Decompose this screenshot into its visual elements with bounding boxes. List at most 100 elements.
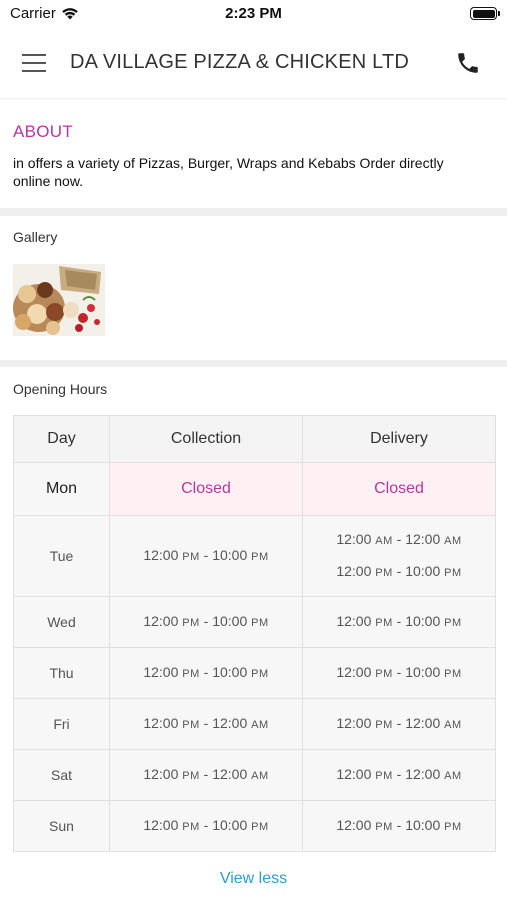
ampm-label: PM — [251, 821, 269, 833]
ampm-label: PM — [375, 770, 393, 782]
time-range: 12:00 PM - 12:00 AM — [110, 759, 302, 791]
time-value: 12:00 — [336, 766, 372, 782]
battery-icon — [470, 7, 500, 20]
collection-hours-cell: Closed — [109, 462, 303, 516]
opening-hours-label: Opening Hours — [13, 381, 108, 397]
collection-hours-cell: 12:00 PM - 12:00 AM — [109, 698, 303, 750]
time-value: 10:00 — [212, 664, 248, 680]
delivery-hours-cell: 12:00 PM - 10:00 PM — [302, 647, 496, 699]
ampm-label: PM — [251, 617, 269, 629]
collection-hours-cell: 12:00 PM - 10:00 PM — [109, 515, 303, 597]
time-range: 12:00 PM - 12:00 AM — [303, 708, 495, 740]
time-value: 12:00 — [143, 613, 179, 629]
section-divider — [0, 208, 507, 216]
time-range: 12:00 PM - 12:00 AM — [303, 759, 495, 791]
ampm-label: PM — [182, 821, 200, 833]
range-separator: - — [392, 715, 406, 731]
time-value: 12:00 — [143, 766, 179, 782]
opening-hours-table: Day Collection Delivery Mon Closed Closed T… — [13, 415, 496, 852]
ampm-label: AM — [251, 719, 269, 731]
table-header-row: Day Collection Delivery — [13, 415, 496, 463]
time-value: 10:00 — [405, 817, 441, 833]
time-value: 10:00 — [405, 664, 441, 680]
page-title: DA VILLAGE PIZZA & CHICKEN LTD — [70, 51, 410, 73]
time-range: 12:00 AM - 12:00 AM — [303, 524, 495, 556]
time-value: 10:00 — [405, 563, 441, 579]
range-separator: - — [199, 547, 213, 563]
ampm-label: PM — [444, 567, 462, 579]
about-description: in offers a variety of Pizzas, Burger, W… — [13, 155, 444, 189]
time-value: 12:00 — [405, 531, 441, 547]
ampm-label: AM — [375, 535, 393, 547]
range-separator: - — [199, 715, 213, 731]
range-separator: - — [199, 664, 213, 680]
ampm-label: PM — [375, 567, 393, 579]
collection-hours-cell: 12:00 PM - 10:00 PM — [109, 800, 303, 852]
ampm-label: PM — [444, 617, 462, 629]
table-row: Sat 12:00 PM - 12:00 AM 12:00 PM - 12:00 A… — [13, 749, 496, 801]
range-separator: - — [392, 664, 406, 680]
column-header-day: Day — [13, 415, 110, 463]
column-header-delivery: Delivery — [302, 415, 496, 463]
ampm-label: AM — [444, 719, 462, 731]
time-value: 12:00 — [336, 613, 372, 629]
time-value: 12:00 — [336, 563, 372, 579]
status-bar: Carrier 2:23 PM — [0, 0, 507, 30]
table-row: Sun 12:00 PM - 10:00 PM 12:00 PM - 10:00 P… — [13, 800, 496, 852]
time-range: 12:00 PM - 10:00 PM — [303, 606, 495, 638]
time-value: 12:00 — [336, 531, 372, 547]
delivery-hours-cell: 12:00 PM - 12:00 AM — [302, 749, 496, 801]
ampm-label: PM — [444, 821, 462, 833]
ampm-label: PM — [375, 668, 393, 680]
day-cell: Sun — [13, 800, 110, 852]
day-cell: Mon — [13, 462, 110, 516]
gallery-label: Gallery — [13, 229, 58, 245]
range-separator: - — [392, 817, 406, 833]
ampm-label: PM — [182, 617, 200, 629]
collection-hours-cell: 12:00 PM - 10:00 PM — [109, 647, 303, 699]
time-value: 12:00 — [143, 817, 179, 833]
ampm-label: PM — [182, 770, 200, 782]
time-value: 12:00 — [143, 547, 179, 563]
time-value: 12:00 — [336, 817, 372, 833]
time-value: 12:00 — [143, 664, 179, 680]
time-value: 12:00 — [212, 766, 248, 782]
time-range: 12:00 PM - 10:00 PM — [303, 556, 495, 588]
delivery-hours-cell: Closed — [302, 462, 496, 516]
ampm-label: AM — [444, 770, 462, 782]
time-range: 12:00 PM - 10:00 PM — [303, 810, 495, 842]
range-separator: - — [392, 531, 406, 547]
ampm-label: PM — [375, 617, 393, 629]
table-row: Tue 12:00 PM - 10:00 PM 12:00 AM - 12:00 A… — [13, 515, 496, 597]
range-separator: - — [392, 766, 406, 782]
time-value: 10:00 — [212, 547, 248, 563]
day-cell: Tue — [13, 515, 110, 597]
time-range: 12:00 PM - 10:00 PM — [110, 810, 302, 842]
ampm-label: AM — [251, 770, 269, 782]
ampm-label: PM — [182, 668, 200, 680]
day-cell: Fri — [13, 698, 110, 750]
hamburger-menu-icon[interactable] — [22, 52, 48, 74]
collection-hours-cell: 12:00 PM - 12:00 AM — [109, 749, 303, 801]
time-value: 10:00 — [212, 613, 248, 629]
table-row: Thu 12:00 PM - 10:00 PM 12:00 PM - 10:00 P… — [13, 647, 496, 699]
delivery-hours-cell: 12:00 PM - 12:00 AM — [302, 698, 496, 750]
ampm-label: AM — [444, 535, 462, 547]
app-header: DA VILLAGE PIZZA & CHICKEN LTD — [0, 30, 507, 98]
table-row: Wed 12:00 PM - 10:00 PM 12:00 PM - 10:00 P… — [13, 596, 496, 648]
time-range: 12:00 PM - 10:00 PM — [110, 606, 302, 638]
time-value: 12:00 — [212, 715, 248, 731]
time-value: 12:00 — [405, 766, 441, 782]
table-row: Mon Closed Closed — [13, 462, 496, 516]
gallery-image[interactable] — [13, 264, 105, 336]
view-less-link[interactable]: View less — [0, 870, 507, 888]
time-value: 12:00 — [143, 715, 179, 731]
ampm-label: PM — [375, 821, 393, 833]
day-cell: Sat — [13, 749, 110, 801]
table-row: Fri 12:00 PM - 12:00 AM 12:00 PM - 12:00 A… — [13, 698, 496, 750]
time-range: 12:00 PM - 10:00 PM — [303, 657, 495, 689]
phone-icon[interactable] — [455, 50, 481, 76]
ampm-label: PM — [251, 551, 269, 563]
about-title: ABOUT — [13, 122, 74, 141]
status-time: 2:23 PM — [225, 5, 282, 22]
